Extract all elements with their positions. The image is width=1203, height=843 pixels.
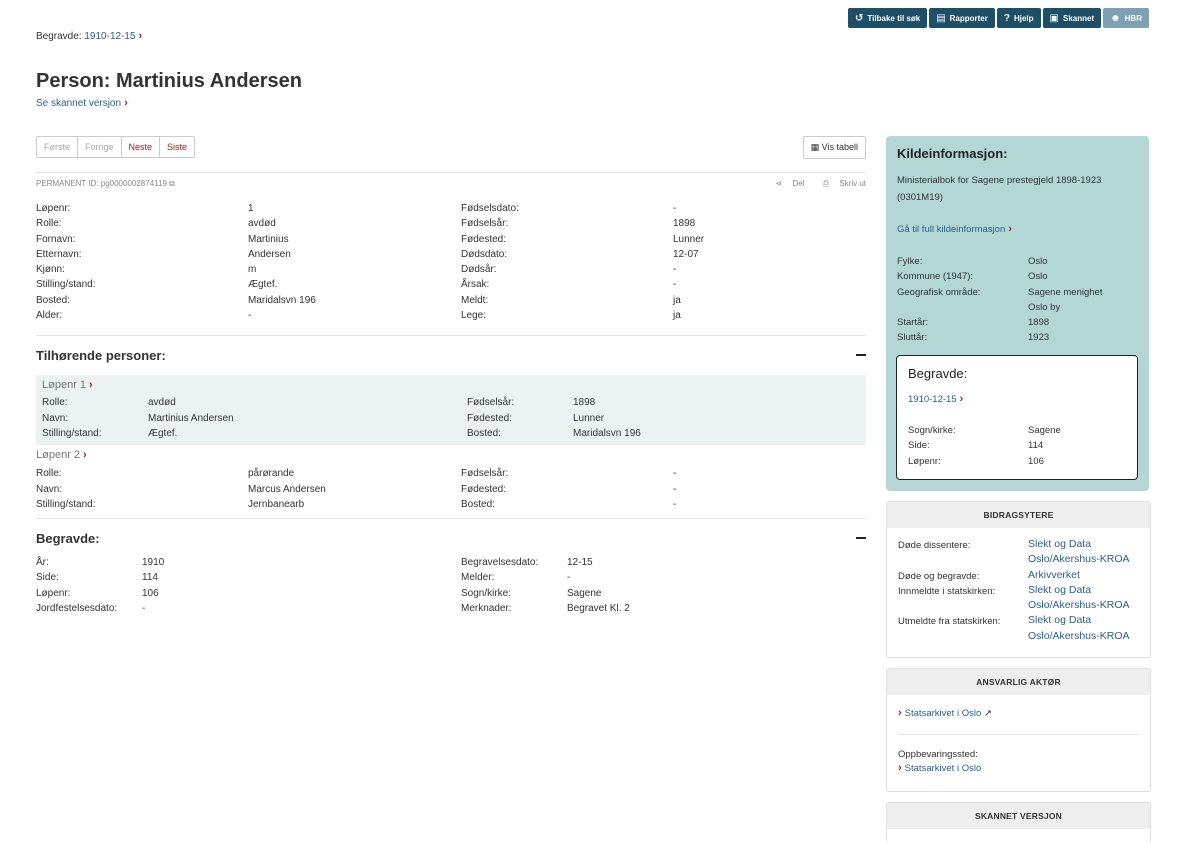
contributor-link[interactable]: Oslo/Akershus-KROA [1028, 630, 1148, 645]
table-icon: ▦ [810, 142, 820, 152]
chevron-right-icon: › [1008, 223, 1012, 235]
contributors-heading: BIDRAGSYTERE [887, 502, 1150, 528]
chevron-right-icon: › [898, 707, 902, 719]
breadcrumb: Begravde: 1910-12-15 › [36, 30, 143, 42]
document-icon: ▣ [1049, 12, 1059, 24]
divider [36, 335, 866, 337]
print-link[interactable]: ⎙ Skriv ut [815, 179, 866, 188]
chevron-right-icon: › [83, 449, 87, 462]
permanent-id-row: PERMANENT ID: pg0000002874119 ⧉ ⋖ Del ⎙ … [36, 179, 866, 189]
top-toolbar: ↺ Tilbake til søk ▤ Rapporter ? Hjelp ▣ Skan… [848, 8, 1149, 28]
print-icon: ⎙ [822, 179, 830, 188]
back-to-search-button[interactable]: ↺ Tilbake til søk [848, 8, 928, 28]
burial-box-heading: Begravde: [908, 366, 968, 381]
storage-label: Oppbevaringssted: [898, 749, 978, 760]
hbr-button[interactable]: ☻ HBR [1103, 8, 1149, 28]
source-info-heading: Kildeinformasjon: [897, 146, 1008, 161]
share-link[interactable]: ⋖ Del [768, 179, 805, 188]
divider [36, 172, 866, 173]
chevron-right-icon: › [959, 393, 964, 405]
view-table-button[interactable]: ▦ Vis tabell [802, 136, 866, 159]
responsible-link[interactable]: › Statsarkivet i Oslo ↗ [887, 695, 1150, 719]
chevron-right-icon: › [138, 30, 143, 42]
external-link-icon: ↗ [983, 708, 992, 719]
scanned-version-link[interactable]: Se skannet versjon › [36, 97, 128, 109]
contributors-list: Døde dissentere: Slekt og Data Oslo/Akers… [887, 528, 1150, 655]
storage-link[interactable]: › Statsarkivet i Oslo [887, 760, 1150, 774]
contributor-link[interactable]: Oslo/Akershus-KROA [1028, 553, 1148, 568]
responsible-heading: ANSVARLIG AKTØR [887, 669, 1150, 695]
reports-button[interactable]: ▤ Rapporter [929, 8, 995, 28]
people-icon: ☻ [1110, 12, 1121, 24]
contributor-link[interactable]: Oslo/Akershus-KROA [1028, 599, 1148, 614]
source-info-panel: Kildeinformasjon: Ministerialbok for Sag… [886, 136, 1149, 491]
record-pager: Første Forrige Neste Siste [36, 136, 196, 158]
contributor-link[interactable]: Slekt og Data [1028, 584, 1148, 599]
previous-button[interactable]: Forrige [78, 137, 122, 157]
burial-details: År: 1910 Begravelsesdato: 12-15 Side: 114 Mel… [36, 557, 630, 615]
related-person-1: Løpenr 1 › Rolle: avdød Fødselsår: 1898 Navn… [36, 375, 866, 446]
burial-box-details: Sogn/kirke: Sagene Side: 114 Løpenr: 106 [908, 425, 1061, 467]
burial-date-link[interactable]: 1910-12-15 › [908, 393, 963, 405]
related-persons-header: Tilhørende personer: [36, 347, 866, 363]
chevron-right-icon: › [89, 379, 93, 392]
burial-header: Begravde: [36, 530, 866, 546]
scanned-version-heading: SKANNET VERSJON [887, 803, 1150, 829]
collapse-icon[interactable] [856, 537, 866, 540]
first-button[interactable]: Første [37, 137, 78, 157]
contributor-link[interactable]: Arkivverket [1028, 569, 1148, 584]
contributor-link[interactable]: Slekt og Data [1028, 538, 1148, 553]
contributors-panel: BIDRAGSYTERE Døde dissentere: Slekt og Da… [886, 501, 1151, 658]
next-button[interactable]: Neste [122, 137, 161, 157]
related-person-details: Rolle: pårørande Fødselsår: - Navn: Marcus A… [36, 468, 677, 510]
page-title: Person: Martinius Andersen [36, 70, 302, 92]
main-content: Første Forrige Neste Siste ▦ Vis tabell … [36, 136, 866, 616]
person-details: Løpenr: 1 Fødselsdato: - Rolle: avdød Fødsels… [36, 203, 705, 322]
source-details: Fylke: Oslo Kommune (1947): Oslo Geografis… [897, 256, 1103, 344]
help-button[interactable]: ? Hjelp [996, 8, 1041, 28]
related-person-title[interactable]: Løpenr 2 › [36, 449, 866, 461]
breadcrumb-link[interactable]: 1910-12-15 [84, 31, 135, 42]
related-person-details: Rolle: avdød Fødselsår: 1898 Navn: Martinius… [42, 397, 641, 439]
scanned-button[interactable]: ▣ Skannet [1042, 8, 1102, 28]
source-name: Ministerialbok for Sagene prestegjeld 18… [897, 175, 1102, 203]
permanent-id: PERMANENT ID: pg0000002874119 [36, 179, 167, 188]
last-button[interactable]: Siste [160, 137, 194, 157]
share-icon: ⋖ [775, 179, 783, 188]
question-icon: ? [1003, 12, 1010, 24]
chevron-right-icon: › [124, 97, 128, 109]
copy-icon[interactable]: ⧉ [169, 179, 175, 188]
related-person-2: Løpenr 2 › Rolle: pårørande Fødselsår: - Nav… [36, 445, 866, 512]
contributor-link[interactable]: Slekt og Data [1028, 614, 1148, 629]
responsible-panel: ANSVARLIG AKTØR › Statsarkivet i Oslo ↗ O… [886, 668, 1151, 792]
full-source-link[interactable]: Gå til full kildeinformasjon › [897, 223, 1012, 235]
undo-icon: ↺ [855, 12, 864, 24]
collapse-icon[interactable] [856, 354, 866, 357]
divider [36, 518, 866, 520]
burial-record-box: Begravde: 1910-12-15 › Sogn/kirke: Sagene … [896, 355, 1138, 480]
related-person-title[interactable]: Løpenr 1 › [42, 379, 860, 391]
chevron-right-icon: › [898, 762, 902, 774]
report-icon: ▤ [936, 12, 946, 24]
